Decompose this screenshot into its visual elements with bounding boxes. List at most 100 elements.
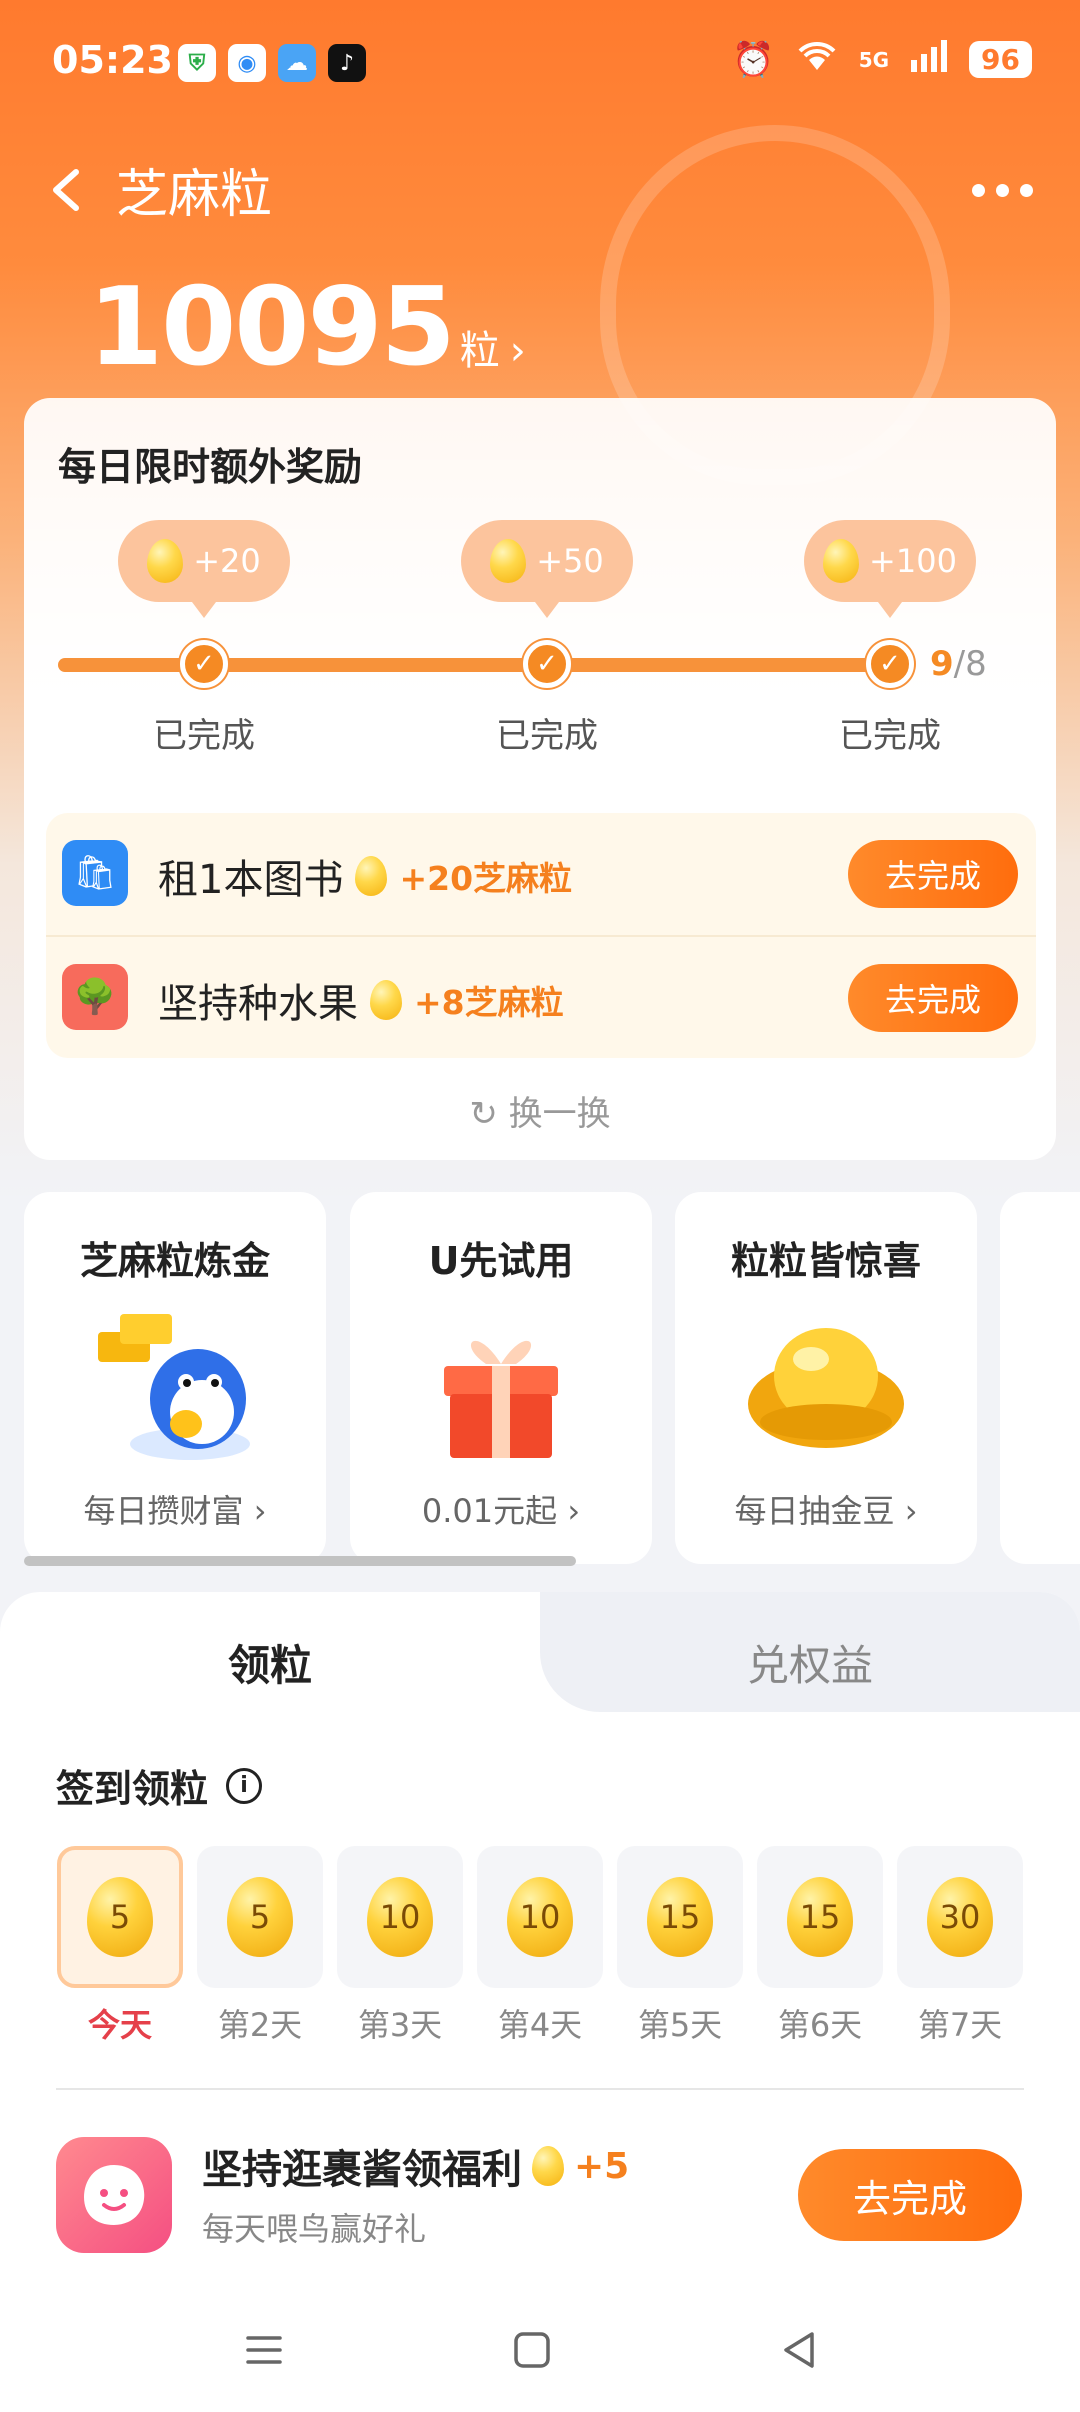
more-button[interactable] <box>962 160 1042 220</box>
signin-day[interactable]: 5 <box>197 1846 323 1988</box>
menu-icon <box>246 2336 282 2364</box>
bird-task-button[interactable]: 去完成 <box>798 2149 1022 2241</box>
refresh-icon: ↻ <box>469 1094 498 1134</box>
day-label: 第7天 <box>917 2006 1003 2044</box>
points-balance[interactable]: 10095 粒 › <box>88 265 526 390</box>
milestone-reward: +20 <box>118 520 290 618</box>
promo-card-trial[interactable]: U先试用 0.01元起 › <box>350 1192 652 1564</box>
task-list: 🛍 租1本图书 +20芝麻粒 去完成 🌳 坚持种水果 +8芝麻粒 去完成 <box>46 813 1036 1058</box>
day-label: 第3天 <box>357 2006 443 2044</box>
day-label: 第4天 <box>497 2006 583 2044</box>
bird-task-title: 坚持逛裹酱领福利 +5 <box>202 2145 630 2194</box>
back-nav-button[interactable] <box>770 2320 830 2380</box>
coin-icon: 5 <box>227 1877 293 1957</box>
network-type: 5G <box>858 47 890 72</box>
more-dots-icon <box>971 183 985 197</box>
complete-task-button[interactable]: 去完成 <box>848 840 1018 908</box>
complete-task-button[interactable]: 去完成 <box>848 964 1018 1032</box>
promo-subtitle: 每日攒财富 › <box>83 1492 267 1530</box>
daily-bonus-title: 每日限时额外奖励 <box>58 445 363 489</box>
signin-day[interactable]: 15 <box>617 1846 743 1988</box>
header: 芝麻粒 <box>0 140 1080 240</box>
bottom-panel: 领粒 兑权益 签到领粒 i 5 5 10 10 15 15 30 今天 第2天 … <box>0 1592 1080 2412</box>
coin-icon: 5 <box>87 1877 153 1957</box>
coin-icon: 30 <box>927 1877 993 1957</box>
refresh-tasks-button[interactable]: ↻ 换一换 <box>24 1086 1056 1135</box>
signin-day[interactable]: 10 <box>477 1846 603 1988</box>
promo-subtitle: 每日抽金豆 › <box>734 1492 918 1530</box>
signin-day[interactable]: 30 <box>897 1846 1023 1988</box>
promo-card-partial[interactable] <box>1000 1192 1080 1564</box>
coin-icon: 15 <box>787 1877 853 1957</box>
divider <box>56 2088 1024 2090</box>
coin-icon: 10 <box>367 1877 433 1957</box>
chevron-right-icon: › <box>509 328 526 374</box>
tab-earn[interactable]: 领粒 <box>0 1632 540 1693</box>
milestone-status: 已完成 <box>839 716 941 756</box>
check-icon: ✓ <box>523 640 571 688</box>
back-triangle-icon <box>784 2332 814 2368</box>
status-bar: 05:23 ⛨ ◉ ☁ ♪ ⏰ 5G 96 <box>0 0 1080 120</box>
check-icon: ✓ <box>180 640 228 688</box>
bird-task-subtitle: 每天喂鸟赢好礼 <box>202 2210 427 2248</box>
gift-box-image <box>416 1304 586 1469</box>
milestone-status: 已完成 <box>496 716 598 756</box>
task-reward: +20芝麻粒 <box>399 859 573 898</box>
home-button[interactable] <box>502 2320 562 2380</box>
weather-app-icon: ☁ <box>278 44 316 82</box>
browser-app-icon: ◉ <box>228 44 266 82</box>
info-icon[interactable]: i <box>226 1767 263 1804</box>
points-value: 10095 <box>88 265 456 390</box>
task-row: 🛍 租1本图书 +20芝麻粒 去完成 <box>46 813 1036 933</box>
day-label: 今天 <box>87 2006 152 2044</box>
progress-count: 9/8 <box>930 644 987 684</box>
milestone-status: 已完成 <box>153 716 255 756</box>
promo-subtitle: 0.01元起 › <box>421 1492 581 1530</box>
signin-day[interactable]: 5 <box>57 1846 183 1988</box>
sesame-egg-icon <box>823 539 860 583</box>
day-label: 第6天 <box>777 2006 863 2044</box>
sesame-egg-icon <box>490 539 527 583</box>
alarm-icon: ⏰ <box>732 39 775 80</box>
sesame-egg-icon <box>370 980 402 1020</box>
tiktok-app-icon: ♪ <box>328 44 366 82</box>
points-unit: 粒 <box>459 328 500 374</box>
milestone-reward: +100 <box>804 520 976 618</box>
shield-app-icon: ⛨ <box>178 44 216 82</box>
promo-title: 芝麻粒炼金 <box>79 1239 270 1283</box>
notification-icons: ⛨ ◉ ☁ ♪ <box>178 44 366 82</box>
tab-redeem[interactable]: 兑权益 <box>540 1632 1080 1693</box>
task-row: 🌳 坚持种水果 +8芝麻粒 去完成 <box>46 935 1036 1055</box>
chevron-left-icon <box>53 169 79 211</box>
system-nav-bar <box>0 2290 1080 2412</box>
signin-title: 签到领粒 i <box>56 1758 263 1813</box>
task-title: 租1本图书 <box>158 857 344 903</box>
promo-title: U先试用 <box>428 1239 574 1283</box>
gold-penguin-image <box>90 1304 260 1469</box>
promo-scrollbar <box>24 1556 1056 1566</box>
day-label: 第5天 <box>637 2006 723 2044</box>
signal-icon <box>909 38 949 81</box>
promo-title: 粒粒皆惊喜 <box>730 1239 921 1283</box>
promo-card-alchemy[interactable]: 芝麻粒炼金 每日攒财富 › <box>24 1192 326 1564</box>
status-indicators: ⏰ 5G 96 <box>732 38 1032 81</box>
check-icon: ✓ <box>866 640 914 688</box>
sesame-egg-icon <box>355 856 388 896</box>
task-title: 坚持种水果 <box>158 981 358 1027</box>
scrollbar-thumb <box>24 1556 576 1566</box>
battery-indicator: 96 <box>969 41 1032 78</box>
signin-day[interactable]: 10 <box>337 1846 463 1988</box>
coin-icon: 15 <box>647 1877 713 1957</box>
fruit-tree-icon: 🌳 <box>62 964 128 1030</box>
sesame-egg-icon <box>147 539 184 583</box>
bird-app-icon <box>56 2137 172 2253</box>
signin-day[interactable]: 15 <box>757 1846 883 1988</box>
coin-icon: 10 <box>507 1877 573 1957</box>
day-label: 第2天 <box>217 2006 303 2044</box>
back-button[interactable] <box>38 150 98 230</box>
sesame-egg-icon <box>532 2146 564 2186</box>
promo-card-surprise[interactable]: 粒粒皆惊喜 每日抽金豆 › <box>675 1192 977 1564</box>
page-title: 芝麻粒 <box>116 165 273 225</box>
menu-button[interactable] <box>234 2320 294 2380</box>
milestone-reward: +50 <box>461 520 633 618</box>
